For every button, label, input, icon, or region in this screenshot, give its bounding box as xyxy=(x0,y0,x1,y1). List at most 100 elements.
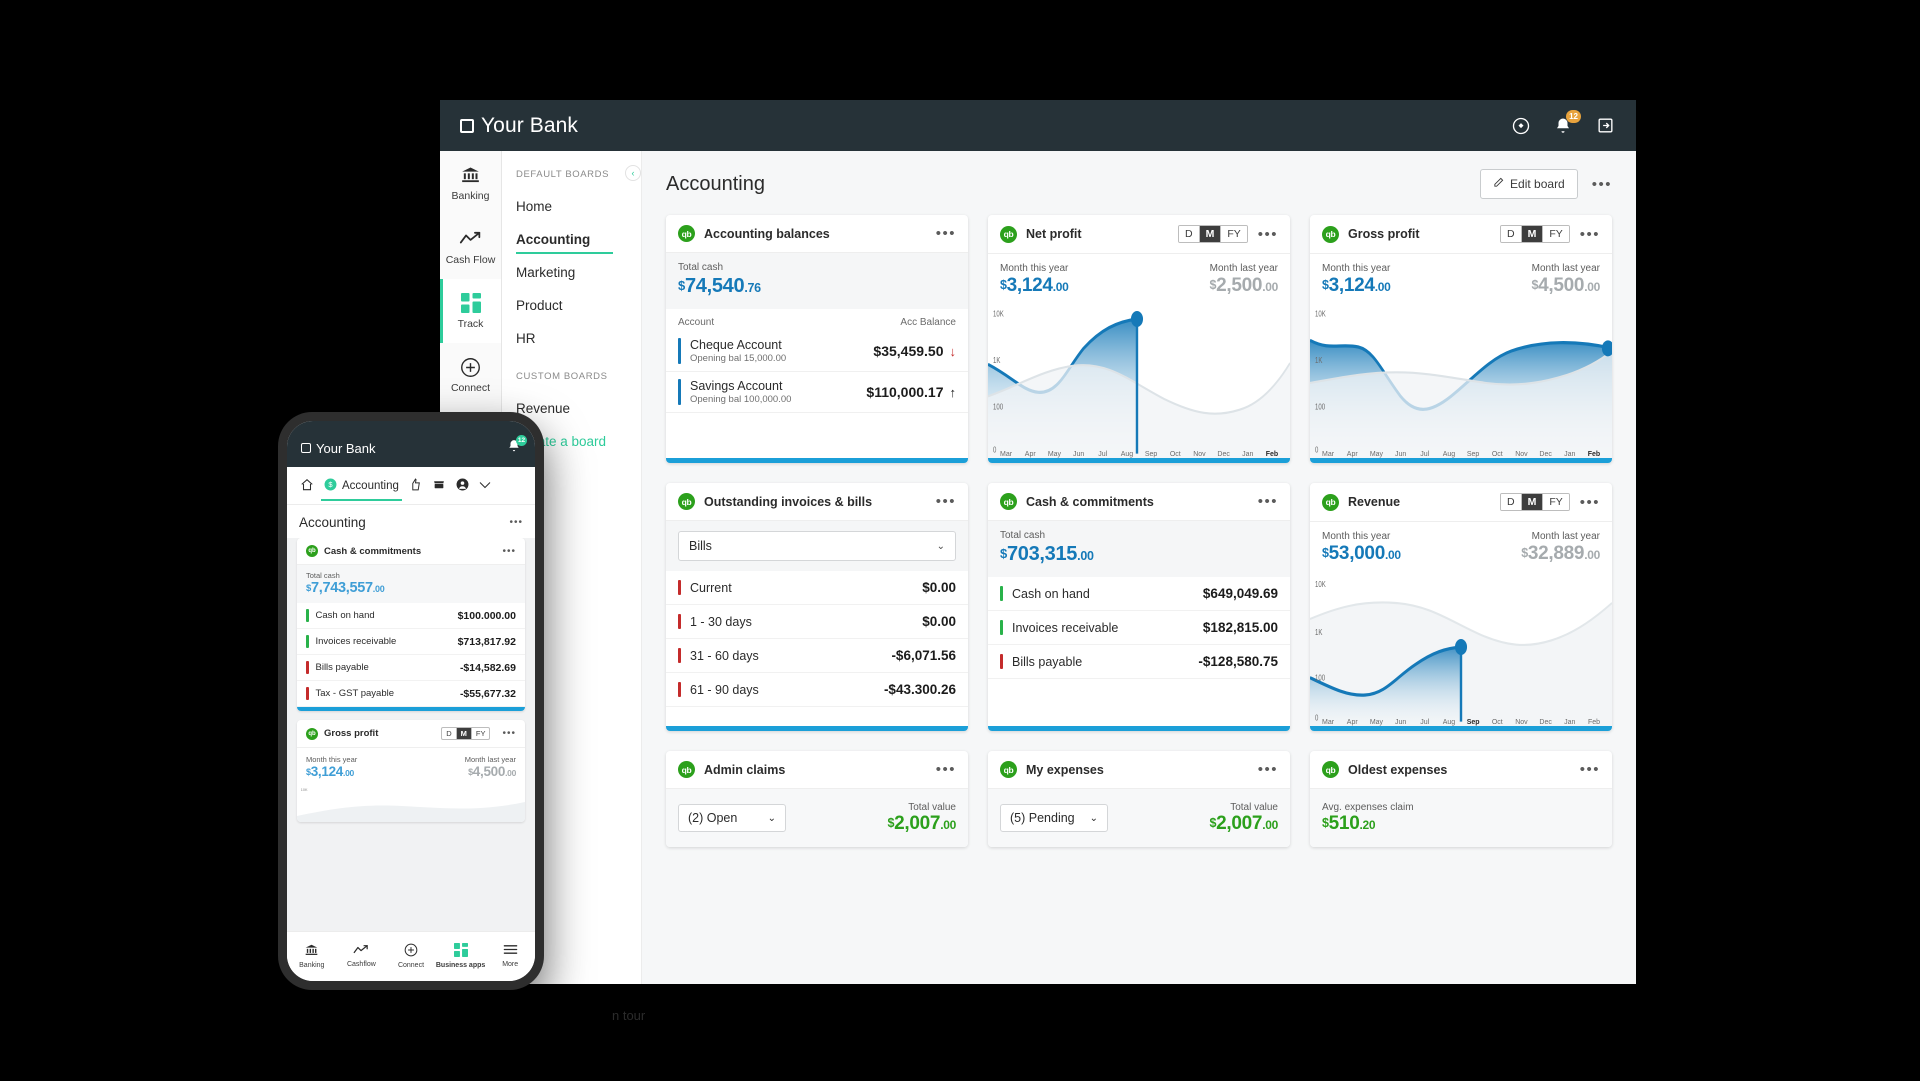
cards-grid: qb Accounting balances ••• Total cash $7… xyxy=(642,209,1636,984)
list-item[interactable]: Cash on hand $100.000.00 xyxy=(297,603,525,629)
phone-nav-business-apps[interactable]: Business apps xyxy=(436,942,486,970)
phone-tab-thumbs-up[interactable] xyxy=(404,470,427,501)
more-options-icon[interactable]: ••• xyxy=(502,728,516,739)
board-item-marketing[interactable]: Marketing xyxy=(502,256,641,289)
phone-tab-more[interactable] xyxy=(474,472,496,499)
phone-nav-connect[interactable]: Connect xyxy=(386,943,436,970)
more-options-icon[interactable]: ••• xyxy=(1580,762,1600,777)
table-row[interactable]: 31 - 60 days -$6,071.56 xyxy=(666,639,968,673)
svg-text:10K: 10K xyxy=(1315,580,1326,589)
table-row[interactable]: Cheque Account Opening bal 15,000.00 $35… xyxy=(666,331,968,372)
table-row[interactable]: Bills payable -$128,580.75 xyxy=(988,645,1290,679)
rail-item-track[interactable]: Track xyxy=(440,279,501,343)
edit-board-label: Edit board xyxy=(1510,177,1565,191)
account-name: Cheque Account xyxy=(690,338,782,352)
chevron-left-icon[interactable]: ‹ xyxy=(625,165,641,181)
more-options-icon[interactable]: ••• xyxy=(502,546,516,557)
chevron-down-icon: ⌄ xyxy=(936,540,945,552)
more-options-icon[interactable]: ••• xyxy=(936,494,956,509)
period-option-d[interactable]: D xyxy=(1500,226,1522,242)
more-options-icon[interactable]: ••• xyxy=(1258,762,1278,777)
avg-claim-block: Avg. expenses claim $510.20 xyxy=(1322,802,1414,835)
x-tick: May xyxy=(1047,451,1062,458)
amount-main: 32,889 xyxy=(1527,543,1585,564)
period-option-d[interactable]: D xyxy=(1500,494,1522,510)
row-label: Cash on hand xyxy=(1012,586,1090,601)
period-option-m[interactable]: M xyxy=(456,728,472,739)
phone-card-gross-profit: qb Gross profit D M FY ••• Month this ye… xyxy=(297,720,525,822)
rail-item-connect[interactable]: Connect xyxy=(440,343,501,407)
row-label: Invoices receivable xyxy=(1012,620,1119,635)
phone-nav-banking[interactable]: Banking xyxy=(287,943,337,970)
account-name: Savings Account xyxy=(690,379,783,393)
table-row[interactable]: 61 - 90 days -$43.300.26 xyxy=(666,673,968,707)
rail-item-cash-flow[interactable]: Cash Flow xyxy=(440,215,501,279)
rail-label-connect: Connect xyxy=(450,382,491,394)
table-row[interactable]: 1 - 30 days $0.00 xyxy=(666,605,968,639)
board-item-product[interactable]: Product xyxy=(502,289,641,322)
phone-tab-store[interactable] xyxy=(427,470,451,501)
bills-select[interactable]: Bills ⌄ xyxy=(678,531,956,561)
period-segmented-control: D M FY xyxy=(1177,225,1248,243)
board-item-accounting[interactable]: Accounting xyxy=(502,223,641,256)
card-title: Revenue xyxy=(1348,495,1401,509)
more-options-icon[interactable]: ••• xyxy=(1258,494,1278,509)
period-option-m[interactable]: M xyxy=(1521,494,1544,510)
more-options-icon[interactable]: ••• xyxy=(1580,495,1600,510)
chart-svg: 10K 1K 100 0 xyxy=(1310,310,1612,463)
phone-nav-more[interactable]: More xyxy=(485,944,535,968)
more-options-icon[interactable]: ••• xyxy=(1580,227,1600,242)
table-row[interactable]: Invoices receivable $182,815.00 xyxy=(988,611,1290,645)
period-option-m[interactable]: M xyxy=(1199,226,1222,242)
phone-nav-cashflow[interactable]: Cashflow xyxy=(337,944,387,969)
period-option-fy[interactable]: FY xyxy=(1221,226,1247,242)
more-options-icon[interactable]: ••• xyxy=(936,762,956,777)
edit-board-button[interactable]: Edit board xyxy=(1480,169,1578,199)
notifications-icon[interactable]: 12 xyxy=(1552,109,1581,137)
desktop-body: Banking Cash Flow Track Connect ‹ DEFAUL… xyxy=(440,151,1636,984)
phone-app-logo[interactable]: Your Bank xyxy=(301,441,376,456)
x-tick: Mar xyxy=(1000,451,1013,458)
card-gross-profit: qb Gross profit D M FY ••• Month this ye… xyxy=(1310,215,1612,463)
phone-tab-home[interactable] xyxy=(295,470,319,502)
rail-item-banking[interactable]: Banking xyxy=(440,151,501,215)
month-last-year-block: Month last year $4,500.00 xyxy=(465,755,517,779)
status-select[interactable]: (2) Open ⌄ xyxy=(678,804,786,832)
month-last-year-block: Month last year $32,889.00 xyxy=(1521,531,1600,565)
list-item[interactable]: Invoices receivable $713,817.92 xyxy=(297,629,525,655)
month-this-year-label: Month this year xyxy=(306,755,358,764)
period-option-fy[interactable]: FY xyxy=(472,728,490,739)
board-item-home[interactable]: Home xyxy=(502,190,641,223)
phone-page-title-row: Accounting ••• xyxy=(287,505,535,538)
card-header: qb Gross profit D M FY ••• xyxy=(297,720,525,748)
period-option-fy[interactable]: FY xyxy=(1543,226,1569,242)
chart-x-axis: Mar Apr May Jun Jul Aug Sep Oct Nov Dec xyxy=(988,451,1290,458)
period-option-d[interactable]: D xyxy=(1178,226,1200,242)
status-select[interactable]: (5) Pending ⌄ xyxy=(1000,804,1108,832)
table-row[interactable]: Cash on hand $649,049.69 xyxy=(988,577,1290,611)
screenshot-stage: Your Bank 12 Banking Cash Flow Track Con… xyxy=(0,0,1920,1081)
app-logo[interactable]: Your Bank xyxy=(460,114,578,138)
period-option-d[interactable]: D xyxy=(442,728,457,739)
month-this-year-label: Month this year xyxy=(1322,531,1391,542)
amount-cents: .00 xyxy=(1077,549,1094,563)
list-item[interactable]: Bills payable -$14,582.69 xyxy=(297,655,525,681)
period-option-m[interactable]: M xyxy=(1521,226,1544,242)
list-item[interactable]: Tax - GST payable -$55,677.32 xyxy=(297,681,525,707)
logout-icon[interactable] xyxy=(1594,115,1616,137)
help-icon[interactable] xyxy=(1510,115,1532,137)
more-options-icon[interactable]: ••• xyxy=(1592,177,1612,192)
x-tick: Aug xyxy=(1120,451,1134,458)
more-options-icon[interactable]: ••• xyxy=(936,226,956,241)
month-this-year-block: Month this year $53,000.00 xyxy=(1322,531,1401,565)
bell-icon[interactable]: 12 xyxy=(507,434,527,458)
table-row[interactable]: Savings Account Opening bal 100,000.00 $… xyxy=(666,372,968,413)
more-options-icon[interactable]: ••• xyxy=(509,517,523,528)
more-options-icon[interactable]: ••• xyxy=(1258,227,1278,242)
phone-tab-account[interactable] xyxy=(451,470,474,501)
period-option-fy[interactable]: FY xyxy=(1543,494,1569,510)
amount-main: 3,124 xyxy=(1006,275,1053,296)
board-item-hr[interactable]: HR xyxy=(502,322,641,355)
phone-tab-accounting[interactable]: $ Accounting xyxy=(319,470,404,501)
table-row[interactable]: Current $0.00 xyxy=(666,571,968,605)
